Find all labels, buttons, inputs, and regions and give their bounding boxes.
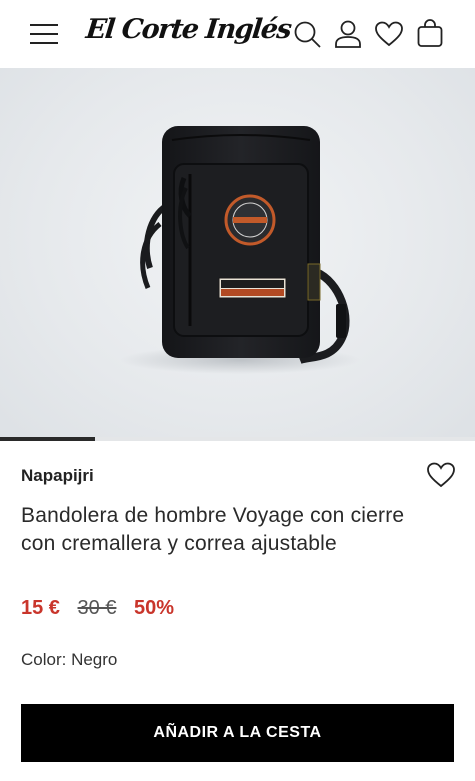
product-title: Bandolera de hombre Voyage con cierre co… <box>21 504 405 555</box>
search-icon[interactable] <box>292 19 322 49</box>
menu-line <box>30 33 58 35</box>
image-carousel-indicator <box>0 437 475 441</box>
current-price: 15 € <box>21 597 60 619</box>
menu-line <box>30 24 58 26</box>
product-image[interactable] <box>0 68 475 440</box>
heart-icon[interactable] <box>374 19 404 49</box>
color-selector-label: Color: Negro <box>21 650 118 669</box>
menu-line <box>30 42 58 44</box>
original-price: 30 € <box>77 597 117 619</box>
discount-badge: 50% <box>134 597 175 619</box>
store-logo[interactable]: El Corte Inglés <box>84 14 292 45</box>
add-to-cart-button[interactable]: AÑADIR A LA CESTA <box>21 704 454 762</box>
carousel-progress-bar <box>0 437 95 441</box>
add-to-wishlist-heart-icon[interactable] <box>426 461 456 489</box>
product-brand[interactable]: Napapijri <box>21 466 94 486</box>
price-row: 15 € 30 € 50% <box>21 597 186 620</box>
user-icon[interactable] <box>333 19 363 49</box>
top-header: El Corte Inglés <box>0 0 475 68</box>
hamburger-menu-icon[interactable] <box>30 22 60 46</box>
shopping-bag-icon[interactable] <box>415 19 445 49</box>
bag-illustration <box>120 126 360 374</box>
